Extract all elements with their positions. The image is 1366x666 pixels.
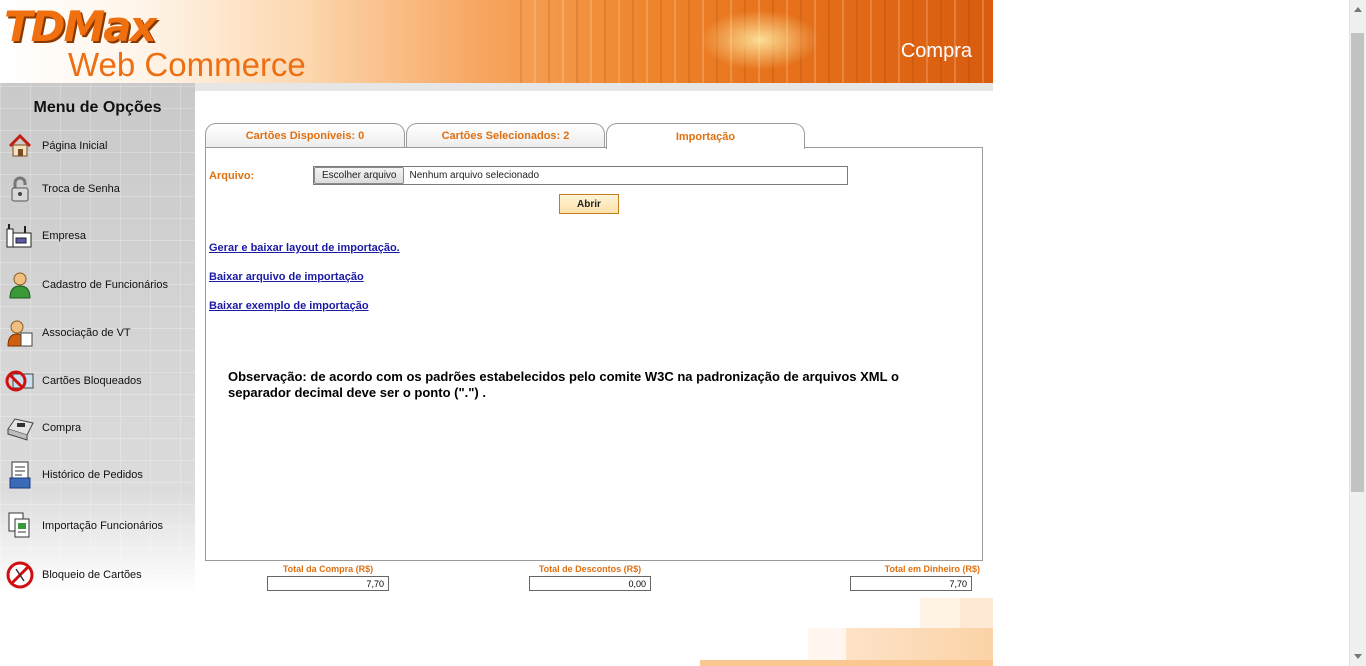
user-card-icon: [4, 318, 36, 348]
logo-main: TDMax: [4, 2, 157, 51]
header-glow: [700, 10, 820, 70]
choose-file-button[interactable]: Escolher arquivo: [314, 167, 405, 184]
menu-title: Menu de Opções: [33, 99, 162, 116]
content-top-bar: [195, 83, 993, 91]
factory-icon: [4, 221, 36, 251]
padlock-icon: [4, 174, 36, 204]
tab-cartoes-disponiveis[interactable]: Cartões Disponíveis: 0: [205, 123, 405, 148]
sidebar-item-importacao-funcionarios[interactable]: Importação Funcionários: [4, 509, 192, 543]
scrollbar-thumb[interactable]: [1351, 33, 1364, 492]
download-import-file-link[interactable]: Baixar arquivo de importação: [209, 271, 364, 283]
download-example-link[interactable]: Baixar exemplo de importação: [209, 300, 369, 312]
sidebar-item-troca-de-senha[interactable]: Troca de Senha: [4, 172, 192, 206]
sidebar-item-label: Histórico de Pedidos: [42, 469, 143, 481]
file-status-text: Nenhum arquivo selecionado: [409, 170, 540, 181]
order-history-icon: [4, 460, 36, 490]
no-card-icon: [4, 560, 36, 590]
sidebar-item-label: Cartões Bloqueados: [42, 375, 142, 387]
tab-importacao[interactable]: Importação: [606, 123, 805, 149]
scroll-up-icon[interactable]: [1351, 2, 1364, 16]
cash-register-icon: [4, 413, 36, 443]
logo-subtitle: Web Commerce: [68, 46, 306, 83]
total-compra-field: 7,70: [267, 576, 389, 591]
sidebar-item-label: Bloqueio de Cartões: [42, 569, 142, 581]
total-compra-label: Total da Compra (R$): [282, 564, 374, 574]
sidebar-item-pagina-inicial[interactable]: Página Inicial: [4, 129, 192, 163]
header-banner: TDMax Web Commerce Compra: [0, 0, 993, 83]
sidebar-item-cadastro-funcionarios[interactable]: Cadastro de Funcionários: [4, 268, 192, 302]
total-dinheiro-field: 7,70: [850, 576, 972, 591]
sidebar-menu: Menu de Opções Página Inicial Troca de S…: [0, 83, 195, 593]
home-icon: [4, 131, 36, 161]
sidebar-item-bloqueio-cartoes[interactable]: Bloqueio de Cartões: [4, 558, 192, 592]
sidebar-item-label: Associação de VT: [42, 327, 131, 339]
blocked-card-icon: [4, 366, 36, 396]
scroll-down-icon[interactable]: [1351, 650, 1364, 664]
user-icon: [4, 270, 36, 300]
total-descontos-label: Total de Descontos (R$): [538, 564, 642, 574]
sidebar-item-historico-pedidos[interactable]: Histórico de Pedidos: [4, 458, 192, 492]
generate-layout-link[interactable]: Gerar e baixar layout de importação.: [209, 242, 400, 254]
open-button[interactable]: Abrir: [559, 194, 619, 214]
sidebar-item-associacao-vt[interactable]: Associação de VT: [4, 316, 192, 350]
total-dinheiro-label: Total em Dinheiro (R$): [884, 564, 980, 574]
footer-decoration: [700, 660, 993, 666]
sidebar-item-label: Cadastro de Funcionários: [42, 279, 168, 291]
sidebar-item-label: Importação Funcionários: [42, 520, 164, 532]
sidebar-item-label: Compra: [42, 422, 82, 434]
sidebar-item-label: Troca de Senha: [42, 183, 120, 195]
documents-icon: [4, 511, 36, 541]
file-input[interactable]: Escolher arquivo Nenhum arquivo selecion…: [313, 166, 848, 185]
sidebar-item-empresa[interactable]: Empresa: [4, 219, 192, 253]
observation-text: Observação: de acordo com os padrões est…: [228, 369, 899, 400]
footer-decoration: [920, 598, 960, 628]
sidebar-item-label: Empresa: [42, 230, 87, 242]
file-label: Arquivo:: [209, 170, 255, 182]
page-title: Compra: [900, 40, 972, 62]
sidebar-item-label: Página Inicial: [42, 140, 108, 152]
tab-cartoes-selecionados[interactable]: Cartões Selecionados: 2: [406, 123, 605, 148]
footer-decoration: [960, 598, 993, 628]
sidebar-item-cartoes-bloqueados[interactable]: Cartões Bloqueados: [4, 364, 192, 398]
total-descontos-field: 0,00: [529, 576, 651, 591]
sidebar-item-compra[interactable]: Compra: [4, 411, 192, 445]
